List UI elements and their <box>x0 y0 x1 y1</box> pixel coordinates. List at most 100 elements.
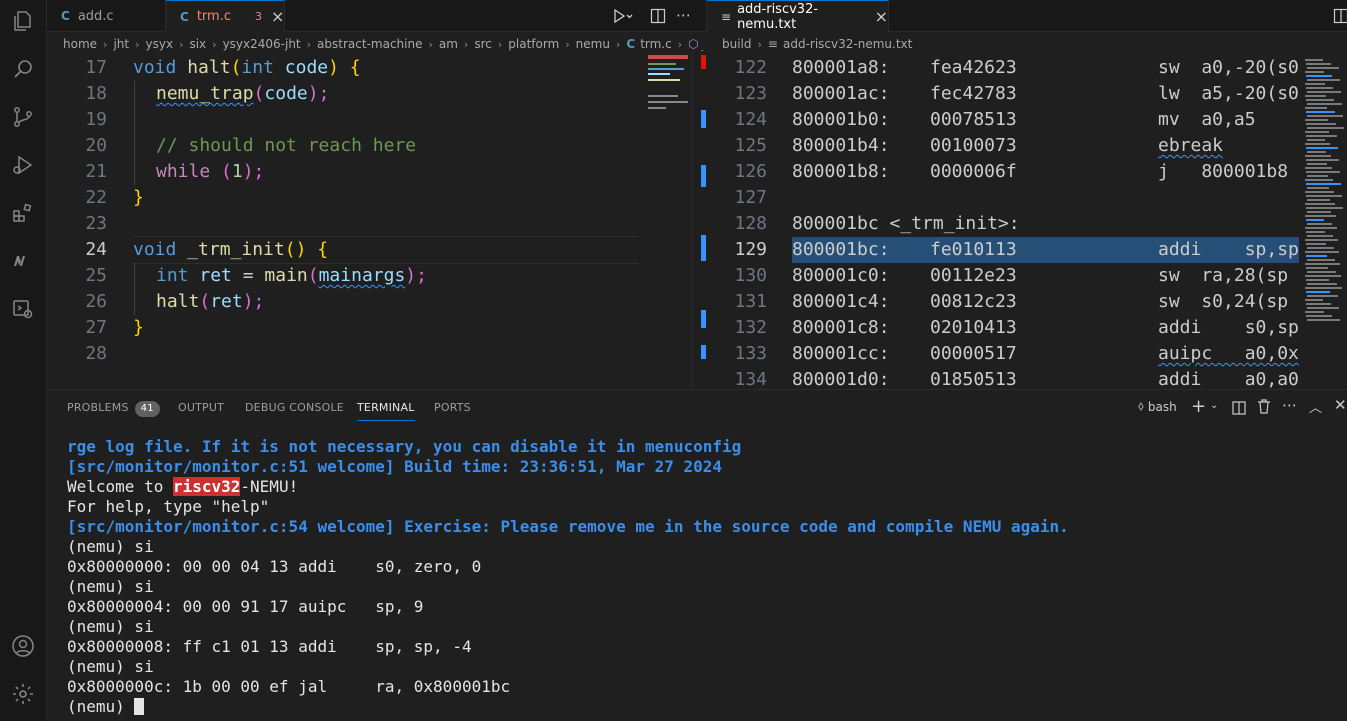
left-code-editor[interactable]: 17 18 19 20 21 22 23 24 25 26 27 28 void… <box>47 55 641 388</box>
minimap-line <box>1306 171 1340 173</box>
overview-ruler-marker <box>701 310 706 328</box>
tab-trm-c[interactable]: C trm.c 3 × <box>166 0 285 32</box>
minimap-line <box>1306 243 1326 245</box>
terminal[interactable]: rge log file. If it is not necessary, yo… <box>47 425 1347 721</box>
breadcrumb-item[interactable]: six <box>189 37 206 51</box>
breadcrumb-item[interactable]: ysyx2406-jht <box>223 37 301 51</box>
close-tab-icon[interactable]: × <box>875 7 888 26</box>
chevron-down-icon[interactable]: ⌄ <box>1210 400 1218 411</box>
tab-add-c[interactable]: C add.c <box>47 0 166 32</box>
minimap-line <box>1306 303 1331 305</box>
breadcrumb-item[interactable]: trm.c <box>640 37 672 51</box>
asm-addr: 800001a8: <box>792 57 890 78</box>
breadcrumb-item[interactable]: _t <box>702 37 703 51</box>
line-number: 28 <box>85 343 107 364</box>
minimap-line <box>1307 319 1340 321</box>
minimap-line <box>1306 147 1338 149</box>
breadcrumb-item[interactable]: src <box>474 37 492 51</box>
minimap-line <box>1307 223 1332 225</box>
split-editor-icon[interactable] <box>1333 8 1347 24</box>
extensions-icon[interactable] <box>10 200 36 226</box>
right-minimap[interactable] <box>1302 55 1347 388</box>
line-number: 123 <box>734 83 767 104</box>
minimap-line <box>1306 291 1330 293</box>
asm-addr: 800001bc <_trm_init>: <box>792 213 1020 234</box>
asm-hex: fec42783 <box>930 83 1017 104</box>
line-number: 25 <box>85 265 107 286</box>
more-actions-icon[interactable]: ⋯ <box>1282 396 1297 414</box>
c-file-icon: C <box>626 37 636 51</box>
asm-asm: addi s0,sp <box>1158 317 1299 338</box>
maximize-panel-icon[interactable]: ︿ <box>1309 397 1322 416</box>
close-panel-icon[interactable]: ✕ <box>1334 396 1347 414</box>
breadcrumb-item[interactable]: platform <box>508 37 559 51</box>
asm-addr: 800001b4: <box>792 135 890 156</box>
breadcrumb-item[interactable]: am <box>439 37 458 51</box>
line-number: 18 <box>85 83 107 104</box>
minimap-line <box>1306 279 1329 281</box>
minimap-line <box>1307 211 1331 213</box>
minimap-line <box>648 73 670 75</box>
terminal-line: 0x80000008: ff c1 01 13 addi sp, sp, -4 <box>67 637 472 656</box>
markdown-icon[interactable] <box>10 248 36 274</box>
breadcrumb-item[interactable]: add-riscv32-nemu.txt <box>783 37 912 51</box>
trash-icon[interactable] <box>1257 399 1271 414</box>
minimap-line <box>1307 235 1333 237</box>
tab-add-riscv32-nemu-txt[interactable]: ≡ add-riscv32-nemu.txt × <box>707 0 889 32</box>
source-control-icon[interactable] <box>10 104 36 130</box>
minimap-line <box>1305 239 1338 241</box>
minimap-line <box>1306 87 1333 89</box>
run-file-icon[interactable] <box>612 7 634 25</box>
tab-output[interactable]: OUTPUT <box>178 400 224 416</box>
asm-asm: auipc a0,0x <box>1158 343 1299 364</box>
minimap-line <box>1307 139 1325 141</box>
asm-addr: 800001c0: <box>792 265 890 286</box>
account-icon[interactable] <box>10 633 36 659</box>
tab-debug-console[interactable]: DEBUG CONSOLE <box>245 400 344 416</box>
search-icon[interactable] <box>10 56 36 82</box>
terminal-prompt: (nemu) <box>67 697 145 717</box>
split-editor-icon[interactable] <box>650 8 666 24</box>
minimap-line <box>1307 307 1339 309</box>
settings-gear-icon[interactable] <box>10 681 36 707</box>
terminal-line: 0x80000000: 00 00 04 13 addi s0, zero, 0 <box>67 557 482 576</box>
line-number: 122 <box>734 57 767 78</box>
terminal-profile-button[interactable]: ⬨ bash <box>1138 399 1177 414</box>
right-code-editor[interactable]: 122 800001a8: fea42623 sw a0,-20(s0 123 80000… <box>707 55 1299 388</box>
breadcrumb-item[interactable]: home <box>63 37 97 51</box>
breadcrumb-item[interactable]: jht <box>113 37 129 51</box>
left-minimap[interactable] <box>644 55 692 388</box>
tab-problems[interactable]: PROBLEMS 41 <box>67 400 160 417</box>
text-file-icon: ≡ <box>721 9 732 24</box>
asm-addr: 800001b8: <box>792 161 890 182</box>
minimap-line <box>1305 119 1328 121</box>
editor-split-divider[interactable] <box>692 55 693 388</box>
tab-terminal[interactable]: TERMINAL <box>357 400 415 421</box>
asm-asm: lw a5,-20(s0 <box>1158 83 1299 104</box>
line-number: 130 <box>734 265 767 286</box>
split-terminal-icon[interactable] <box>1232 400 1246 415</box>
tab-ports[interactable]: PORTS <box>434 400 471 416</box>
breadcrumb-item[interactable]: nemu <box>576 37 610 51</box>
close-tab-icon[interactable]: × <box>271 7 284 26</box>
minimap-line <box>1306 219 1324 221</box>
breadcrumb-item[interactable]: ysyx <box>146 37 174 51</box>
panel-divider[interactable] <box>47 389 1347 390</box>
minimap-line <box>1305 83 1325 85</box>
minimap-line <box>1306 75 1332 77</box>
more-actions-icon[interactable]: ⋯ <box>676 6 691 24</box>
run-debug-icon[interactable] <box>10 152 36 178</box>
minimap-line <box>1305 107 1327 109</box>
breadcrumb-item[interactable]: build <box>722 37 752 51</box>
line-number: 124 <box>734 109 767 130</box>
minimap-line <box>1305 143 1330 145</box>
breadcrumb-item[interactable]: abstract-machine <box>317 37 422 51</box>
new-terminal-icon[interactable]: + <box>1191 396 1206 417</box>
explorer-icon[interactable] <box>10 8 36 34</box>
line-number: 134 <box>734 369 767 388</box>
minimap-line <box>1307 199 1330 201</box>
remote-explorer-icon[interactable] <box>10 296 36 322</box>
line-number: 20 <box>85 135 107 156</box>
terminal-line: 0x80000004: 00 00 91 17 auipc sp, 9 <box>67 597 424 616</box>
minimap-line <box>1307 175 1328 177</box>
